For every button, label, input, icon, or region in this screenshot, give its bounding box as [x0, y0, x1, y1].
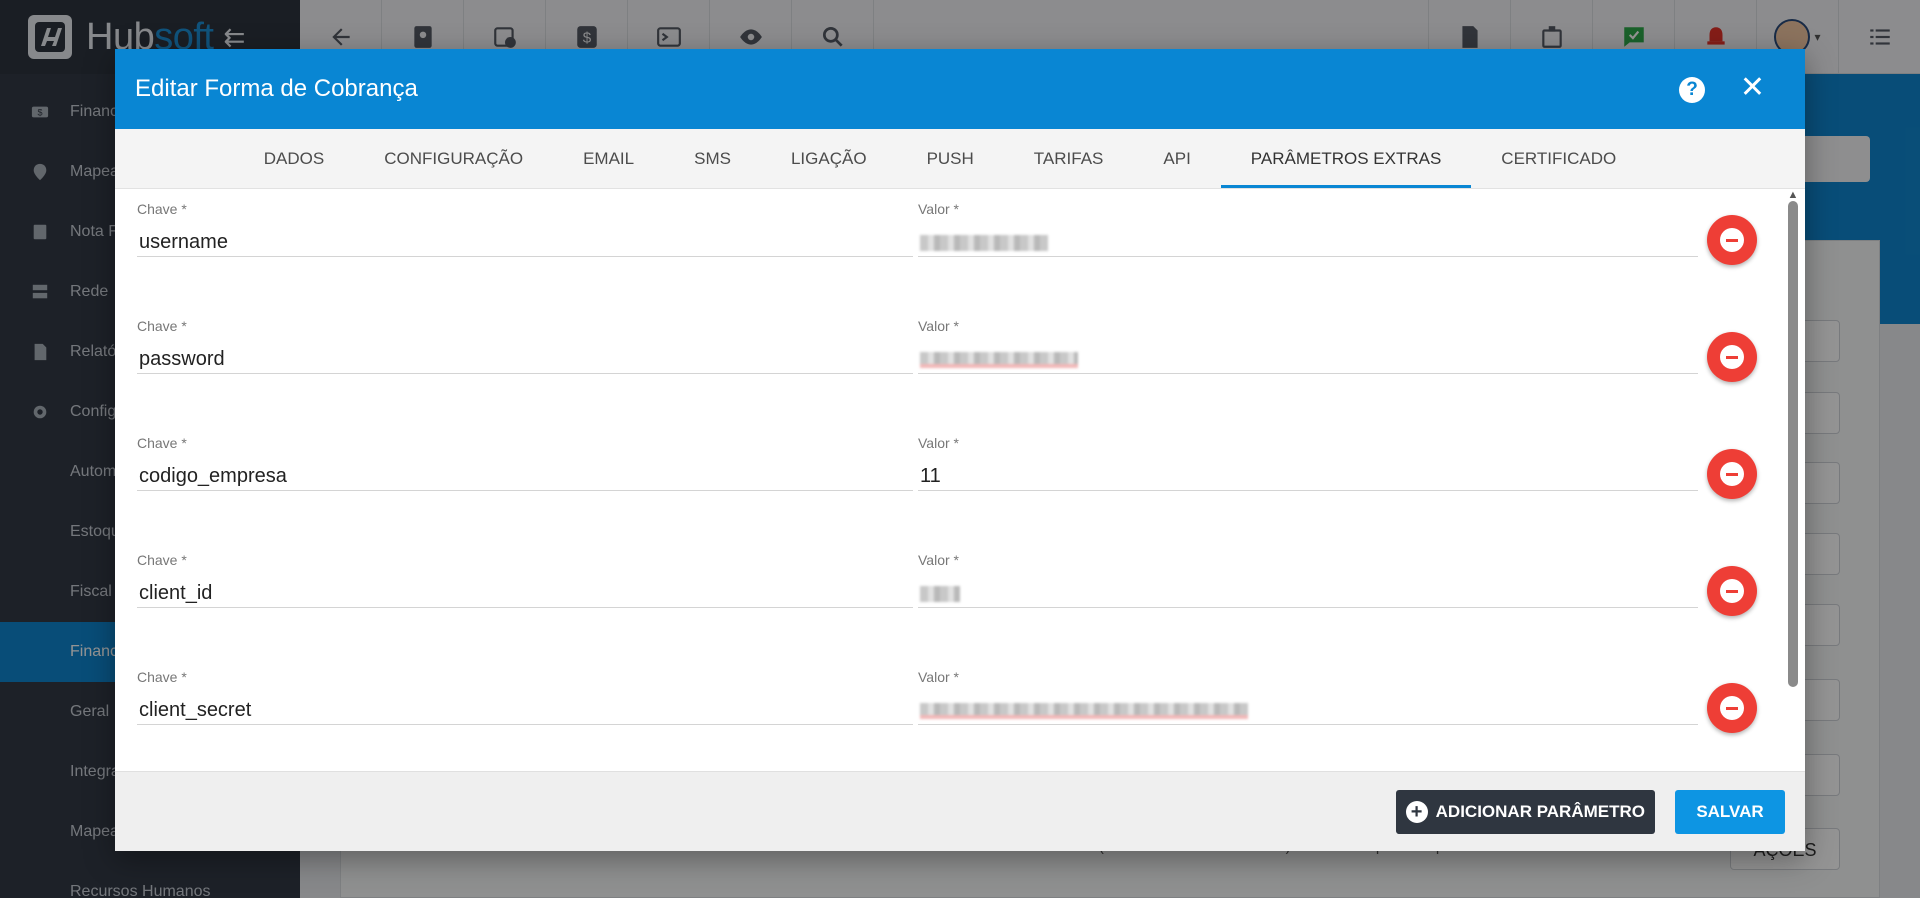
- dialog-footer: + ADICIONAR PARÂMETRO SALVAR: [115, 771, 1805, 851]
- parameter-row: Chave * password Valor *: [115, 306, 1785, 424]
- parameter-row: Chave * client_id Valor *: [115, 540, 1785, 658]
- value-field[interactable]: Valor *: [918, 201, 1698, 257]
- add-parameter-button[interactable]: + ADICIONAR PARÂMETRO: [1395, 790, 1655, 834]
- remove-parameter-button[interactable]: [1707, 332, 1757, 382]
- key-field[interactable]: Chave * password: [137, 318, 913, 374]
- minus-circle-icon: [1720, 579, 1744, 603]
- tab-certificado[interactable]: CERTIFICADO: [1471, 129, 1646, 188]
- value-input[interactable]: [918, 695, 1698, 725]
- value-field[interactable]: Valor *: [918, 318, 1698, 374]
- value-field[interactable]: Valor *: [918, 552, 1698, 608]
- tab-configuracao[interactable]: CONFIGURAÇÃO: [354, 129, 553, 188]
- redacted-value: [920, 234, 1048, 251]
- tab-api[interactable]: API: [1133, 129, 1220, 188]
- tab-dados[interactable]: DADOS: [234, 129, 354, 188]
- remove-parameter-button[interactable]: [1707, 215, 1757, 265]
- key-label: Chave *: [137, 318, 187, 334]
- key-input[interactable]: client_id: [137, 578, 913, 608]
- key-input[interactable]: username: [137, 227, 913, 257]
- key-field[interactable]: Chave * username: [137, 201, 913, 257]
- key-input[interactable]: client_secret: [137, 695, 913, 725]
- key-label: Chave *: [137, 201, 187, 217]
- remove-parameter-button[interactable]: [1707, 566, 1757, 616]
- scroll-thumb[interactable]: [1788, 201, 1798, 687]
- plus-circle-icon: +: [1405, 801, 1428, 823]
- tab-email[interactable]: EMAIL: [553, 129, 664, 188]
- tab-push[interactable]: PUSH: [897, 129, 1004, 188]
- tab-ligacao[interactable]: LIGAÇÃO: [761, 129, 897, 188]
- parameter-row: Chave * client_secret Valor *: [115, 657, 1785, 771]
- value-input[interactable]: 11: [918, 461, 1698, 491]
- save-button[interactable]: SALVAR: [1675, 790, 1785, 834]
- value-label: Valor *: [918, 669, 959, 685]
- key-label: Chave *: [137, 669, 187, 685]
- minus-circle-icon: [1720, 345, 1744, 369]
- key-label: Chave *: [137, 435, 187, 451]
- key-field[interactable]: Chave * codigo_empresa: [137, 435, 913, 491]
- minus-circle-icon: [1720, 462, 1744, 486]
- add-parameter-label: ADICIONAR PARÂMETRO: [1435, 802, 1645, 821]
- key-field[interactable]: Chave * client_id: [137, 552, 913, 608]
- redacted-value: [920, 585, 960, 602]
- minus-circle-icon: [1720, 228, 1744, 252]
- help-icon[interactable]: ?: [1679, 77, 1705, 103]
- parameter-row: Chave * codigo_empresa Valor * 11: [115, 423, 1785, 541]
- key-input[interactable]: password: [137, 344, 913, 374]
- value-input[interactable]: [918, 344, 1698, 374]
- remove-parameter-button[interactable]: [1707, 683, 1757, 733]
- key-field[interactable]: Chave * client_secret: [137, 669, 913, 725]
- value-label: Valor *: [918, 318, 959, 334]
- dialog-tabs: DADOS CONFIGURAÇÃO EMAIL SMS LIGAÇÃO PUS…: [115, 129, 1805, 189]
- minus-circle-icon: [1720, 696, 1744, 720]
- dialog-header: Editar Forma de Cobrança ? ✕: [115, 49, 1805, 129]
- tab-tarifas[interactable]: TARIFAS: [1004, 129, 1134, 188]
- parameters-list: Chave * username Valor * Chave * passwor…: [115, 189, 1785, 771]
- key-label: Chave *: [137, 552, 187, 568]
- key-input[interactable]: codigo_empresa: [137, 461, 913, 491]
- redacted-value: [920, 702, 1248, 719]
- close-icon[interactable]: ✕: [1740, 71, 1765, 105]
- remove-parameter-button[interactable]: [1707, 449, 1757, 499]
- scroll-up-icon[interactable]: ▲: [1787, 189, 1799, 201]
- dialog-scrollbar[interactable]: ▲ ▼: [1787, 189, 1799, 821]
- tab-parametros-extras[interactable]: PARÂMETROS EXTRAS: [1220, 129, 1472, 188]
- value-label: Valor *: [918, 435, 959, 451]
- parameter-row: Chave * username Valor *: [115, 189, 1785, 307]
- value-label: Valor *: [918, 552, 959, 568]
- value-field[interactable]: Valor * 11: [918, 435, 1698, 491]
- value-label: Valor *: [918, 201, 959, 217]
- value-input[interactable]: [918, 578, 1698, 608]
- dialog-title: Editar Forma de Cobrança: [135, 75, 418, 102]
- tab-sms[interactable]: SMS: [664, 129, 761, 188]
- value-input[interactable]: [918, 227, 1698, 257]
- redacted-value: [920, 351, 1078, 368]
- edit-billing-method-dialog: Editar Forma de Cobrança ? ✕ DADOS CONFI…: [115, 49, 1805, 851]
- value-field[interactable]: Valor *: [918, 669, 1698, 725]
